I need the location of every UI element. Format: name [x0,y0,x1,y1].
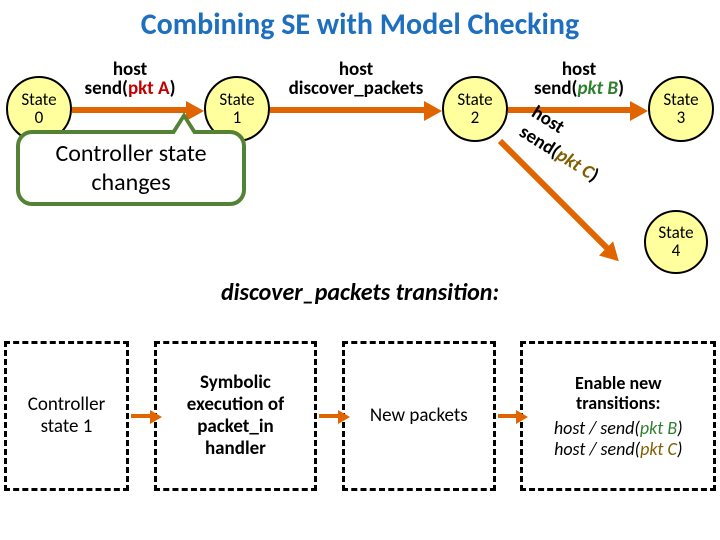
controller-state-callout: Controller state changes [16,130,246,206]
flow-box-enable-transitions: Enable new transitions: host / send(pkt … [520,341,716,491]
pkt-b: pkt B [577,77,618,100]
flow-box-controller-state: Controller state 1 [4,341,129,491]
discover-packets-subtitle: discover_packets transition: [0,278,720,307]
state-2: State2 [442,76,508,142]
flow-row: Controller state 1 Symbolic execution of… [4,316,716,516]
enable-title: Enable new transitions: [531,373,705,414]
pkt-b: pkt B [640,417,677,439]
pkt-a: pkt A [128,77,170,100]
state-4: State4 [644,210,708,274]
page-title: Combining SE with Model Checking [0,0,720,43]
arrow-2-3 [508,107,634,113]
arrow-1-2 [270,107,428,113]
flow-box-new-packets: New packets [342,341,496,491]
pkt-c: pkt C [640,438,677,460]
transition-label-1-2: host discover_packets [270,60,442,98]
arrow-icon [131,414,152,418]
transition-label-0-1: host send(pkt A) [62,60,198,98]
arrow-icon [319,414,340,418]
transition-label-2-3: host send(pkt B) [510,60,648,98]
flow-box-symbolic-exec: Symbolic execution of packet_in handler [154,341,317,491]
arrow-icon [498,414,519,418]
state-3: State3 [648,76,714,142]
